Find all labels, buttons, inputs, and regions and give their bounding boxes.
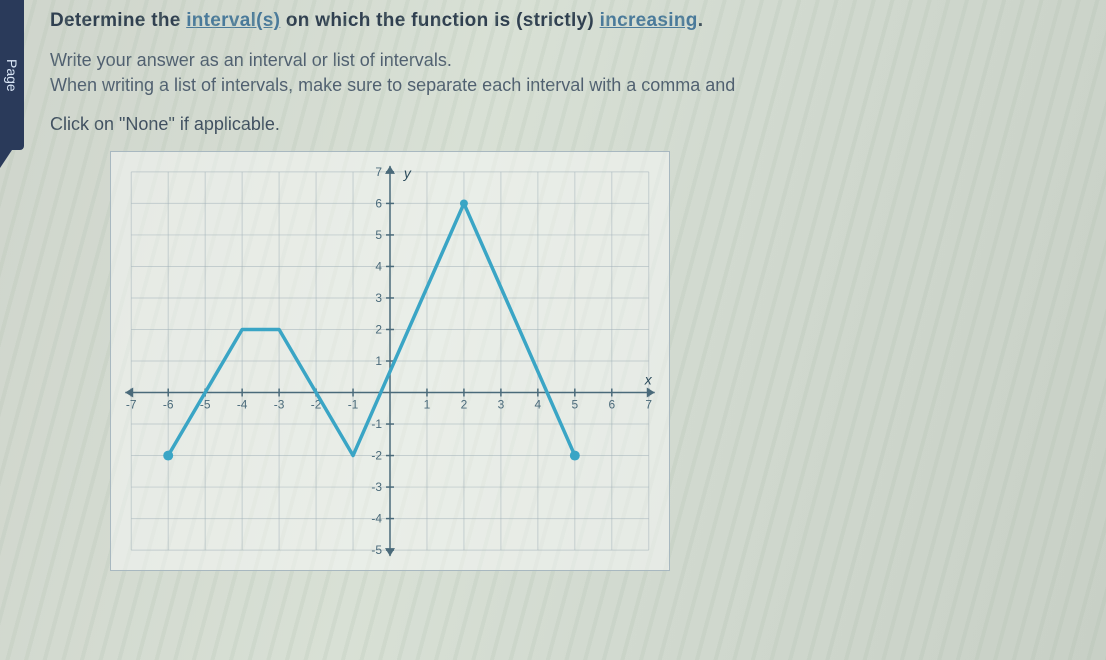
intervals-link[interactable]: interval(s)	[186, 10, 280, 31]
svg-text:-3: -3	[274, 397, 285, 411]
svg-text:5: 5	[375, 228, 382, 242]
svg-text:y: y	[403, 165, 412, 181]
svg-text:3: 3	[498, 397, 505, 411]
svg-text:7: 7	[645, 397, 652, 411]
increasing-link[interactable]: increasing	[600, 10, 698, 31]
instruction-line1: Write your answer as an interval or list…	[50, 50, 1086, 71]
svg-text:6: 6	[608, 397, 615, 411]
svg-text:-5: -5	[371, 543, 382, 557]
svg-text:-1: -1	[348, 397, 359, 411]
page-tab-label: Page	[4, 59, 20, 92]
svg-text:-1: -1	[371, 417, 382, 431]
svg-text:-2: -2	[371, 449, 382, 463]
svg-text:-4: -4	[371, 512, 382, 526]
question-content: Determine the interval(s) on which the f…	[0, 0, 1106, 595]
svg-text:7: 7	[375, 165, 382, 179]
svg-text:2: 2	[375, 322, 382, 336]
svg-text:1: 1	[424, 397, 431, 411]
page-tab-arrow	[0, 150, 24, 168]
svg-text:-3: -3	[371, 480, 382, 494]
svg-text:2: 2	[461, 397, 468, 411]
svg-text:5: 5	[572, 397, 579, 411]
svg-text:x: x	[644, 372, 653, 388]
instruction-line2: When writing a list of intervals, make s…	[50, 75, 1086, 96]
svg-text:-6: -6	[163, 397, 174, 411]
question-prompt: Determine the interval(s) on which the f…	[50, 10, 1086, 32]
svg-text:6: 6	[375, 196, 382, 210]
svg-text:-4: -4	[237, 397, 248, 411]
svg-text:3: 3	[375, 291, 382, 305]
click-none-instruction: Click on "None" if applicable.	[50, 114, 1086, 135]
svg-text:1: 1	[375, 354, 382, 368]
page-tab[interactable]: Page	[0, 0, 24, 150]
svg-text:-7: -7	[126, 397, 137, 411]
svg-text:4: 4	[375, 259, 382, 273]
svg-text:4: 4	[535, 397, 542, 411]
graph-svg: -7-6-5-4-3-2-11234567-5-4-3-2-11234567yx	[111, 152, 669, 570]
function-graph: -7-6-5-4-3-2-11234567-5-4-3-2-11234567yx	[110, 151, 670, 571]
